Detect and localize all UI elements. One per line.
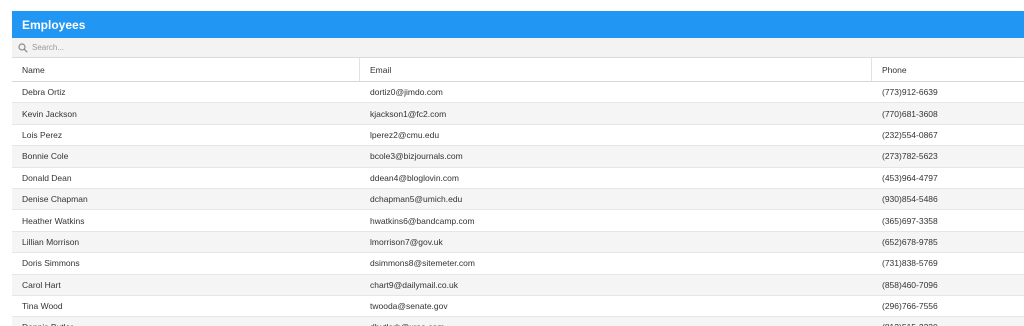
page-title: Employees [22, 17, 86, 32]
name-cell: Kevin Jackson [22, 108, 77, 119]
column-header-name[interactable]: Name [12, 58, 360, 81]
name-cell: Denise Chapman [22, 194, 88, 205]
table-row[interactable]: Donald Dean ddean4@bloglovin.com (453)964-… [12, 167, 1024, 189]
phone-cell: (770)681-3608 [882, 108, 938, 119]
employees-panel: Employees Name Email Phone Debra Ortiz do… [12, 11, 1024, 326]
email-cell: ddean4@bloglovin.com [370, 172, 459, 183]
name-cell: Carol Hart [22, 279, 61, 290]
phone-cell: (232)554-0867 [882, 129, 938, 140]
phone-cell: (453)964-4797 [882, 172, 938, 183]
email-cell: lperez2@cmu.edu [370, 129, 440, 140]
name-cell: Doris Simmons [22, 258, 80, 269]
table-row[interactable]: Dennis Butlerdbutlerb@xrea.com(812)515-2… [12, 317, 1024, 326]
email-cell: chart9@dailymail.co.uk [370, 279, 458, 290]
name-cell: Bonnie Cole [22, 151, 69, 162]
phone-cell: (812)515-2230 [872, 317, 1024, 326]
email-cell: dsimmons8@sitemeter.com [370, 258, 475, 269]
panel-title-bar: Employees [12, 11, 1024, 38]
phone-cell: (296)766-7556 [882, 301, 938, 312]
table-body: Debra Ortiz dortiz0@jimdo.com (773)912-663… [12, 82, 1024, 326]
table-row[interactable]: Denise Chapman dchapman5@umich.edu (930)85… [12, 188, 1024, 211]
table-row[interactable]: Bonnie Cole bcole3@bizjournals.com (273)78… [12, 146, 1024, 168]
search-input[interactable] [32, 43, 432, 52]
phone-cell: (273)782-5623 [882, 151, 938, 162]
search-icon [18, 42, 28, 53]
email-cell: dbutlerb@xrea.com [360, 317, 872, 326]
name-cell: Debra Ortiz [22, 87, 66, 98]
phone-cell: (365)697-3358 [882, 215, 938, 226]
email-cell: bcole3@bizjournals.com [370, 151, 463, 162]
search-bar [12, 38, 1024, 58]
email-cell: kjackson1@fc2.com [370, 108, 447, 119]
name-cell: Dennis Butler [12, 317, 360, 326]
email-cell: dortiz0@jimdo.com [370, 87, 443, 98]
phone-cell: (652)678-9785 [882, 236, 938, 247]
table-row[interactable]: Tina Wood twooda@senate.gov (296)766-7556 [12, 295, 1024, 318]
name-cell: Heather Watkins [22, 215, 85, 226]
table-row[interactable]: Kevin Jackson kjackson1@fc2.com (770)681-3… [12, 103, 1024, 125]
phone-cell: (858)460-7096 [882, 279, 938, 290]
name-cell: Lois Perez [22, 129, 63, 140]
table-row[interactable]: Lois Perez lperez2@cmu.edu (232)554-0867 [12, 124, 1024, 147]
email-cell: twooda@senate.gov [370, 301, 448, 312]
column-header-phone[interactable]: Phone [872, 58, 1024, 81]
table-row[interactable]: Carol Hart chart9@dailymail.co.uk (858)460… [12, 274, 1024, 296]
phone-cell: (773)912-6639 [882, 87, 938, 98]
email-cell: dchapman5@umich.edu [370, 194, 463, 205]
name-cell: Tina Wood [22, 301, 63, 312]
table-header: Name Email Phone [12, 58, 1024, 82]
phone-cell: (731)838-5769 [882, 258, 938, 269]
name-cell: Donald Dean [22, 172, 72, 183]
table-row[interactable]: Doris Simmons dsimmons8@sitemeter.com (731… [12, 253, 1024, 275]
email-cell: hwatkins6@bandcamp.com [370, 215, 475, 226]
name-cell: Lillian Morrison [22, 236, 80, 247]
table-row[interactable]: Heather Watkins hwatkins6@bandcamp.com (36… [12, 210, 1024, 232]
column-header-email[interactable]: Email [360, 58, 872, 81]
email-cell: lmorrison7@gov.uk [370, 236, 443, 247]
table-row[interactable]: Lillian Morrison lmorrison7@gov.uk (652)67… [12, 231, 1024, 254]
phone-cell: (930)854-5486 [882, 194, 938, 205]
table-row[interactable]: Debra Ortiz dortiz0@jimdo.com (773)912-663… [12, 82, 1024, 104]
